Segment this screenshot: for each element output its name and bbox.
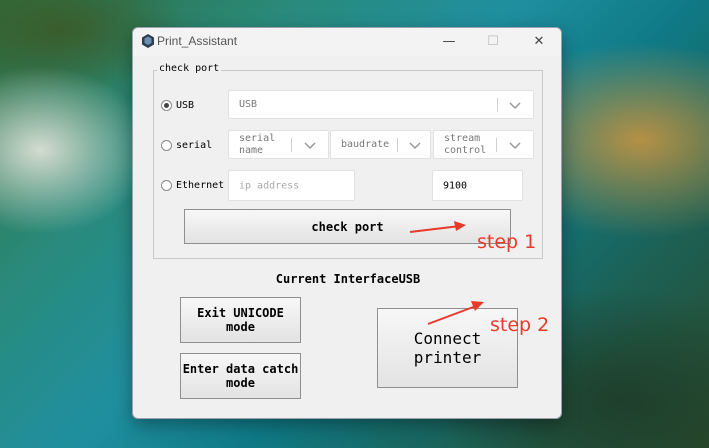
ethernet-radio[interactable]: Ethernet (161, 177, 224, 193)
serial-radio-indicator[interactable] (161, 139, 172, 151)
usb-radio-label: USB (176, 99, 195, 111)
ip-address-placeholder: ip address (239, 180, 300, 191)
chevron-down-icon (409, 142, 421, 150)
close-button[interactable]: ✕ (517, 28, 561, 56)
check-port-group-label: check port (157, 63, 222, 74)
ethernet-port-field[interactable]: 9100 (432, 170, 523, 201)
baudrate-placeholder: baudrate (341, 138, 390, 150)
current-interface-label: Current InterfaceUSB (275, 272, 421, 286)
serial-radio-label: serial (176, 139, 213, 151)
stream-control-placeholder: stream control (444, 132, 487, 156)
ethernet-radio-label: Ethernet (176, 179, 225, 191)
print-assistant-window: Print_Assistant — ☐ ✕ check port USB USB… (132, 27, 562, 419)
step1-arrow-icon (409, 221, 466, 233)
chevron-down-icon (509, 142, 521, 150)
step1-annotation: step 1 (477, 231, 537, 253)
usb-radio[interactable]: USB (161, 97, 194, 113)
window-title: Print_Assistant (157, 34, 238, 48)
exit-unicode-mode-button[interactable]: Exit UNICODE mode (180, 297, 301, 343)
maximize-button[interactable]: ☐ (471, 28, 515, 56)
baudrate-combo[interactable]: baudrate (330, 130, 431, 159)
usb-device-combo[interactable]: USB (228, 90, 534, 119)
chevron-down-icon (509, 102, 521, 110)
ethernet-port-value: 9100 (443, 180, 468, 191)
title-bar[interactable]: Print_Assistant — ☐ ✕ (133, 28, 561, 56)
usb-radio-indicator[interactable] (161, 99, 172, 111)
step2-arrow-icon (427, 301, 484, 325)
usb-combo-value: USB (239, 98, 258, 110)
step2-annotation: step 2 (490, 314, 550, 336)
ip-address-field[interactable]: ip address (228, 170, 355, 201)
ethernet-radio-indicator[interactable] (161, 179, 172, 191)
serial-radio[interactable]: serial (161, 137, 212, 153)
stream-control-combo[interactable]: stream control (433, 130, 534, 159)
hexagon-app-icon (142, 34, 154, 48)
chevron-down-icon (304, 142, 316, 150)
serial-name-combo[interactable]: serial name (228, 130, 329, 159)
minimize-button[interactable]: — (427, 28, 471, 56)
enter-data-catch-mode-button[interactable]: Enter data catch mode (180, 353, 301, 399)
serial-name-placeholder: serial name (239, 132, 276, 156)
